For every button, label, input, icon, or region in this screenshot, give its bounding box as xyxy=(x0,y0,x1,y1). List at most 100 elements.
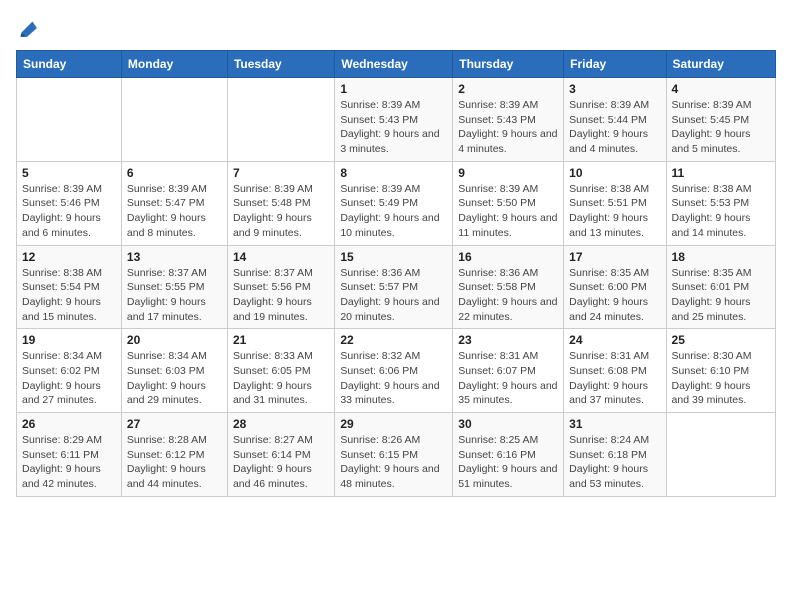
page-header xyxy=(16,16,776,38)
calendar-table: SundayMondayTuesdayWednesdayThursdayFrid… xyxy=(16,50,776,497)
day-info: Sunrise: 8:35 AMSunset: 6:01 PMDaylight:… xyxy=(672,266,770,325)
header-wednesday: Wednesday xyxy=(335,51,453,78)
day-cell: 12 Sunrise: 8:38 AMSunset: 5:54 PMDayligh… xyxy=(17,245,122,329)
day-cell: 26 Sunrise: 8:29 AMSunset: 6:11 PMDayligh… xyxy=(17,413,122,497)
day-info: Sunrise: 8:31 AMSunset: 6:07 PMDaylight:… xyxy=(458,349,558,408)
day-info: Sunrise: 8:28 AMSunset: 6:12 PMDaylight:… xyxy=(127,433,222,492)
day-number: 4 xyxy=(672,82,770,96)
week-row-1: 1 Sunrise: 8:39 AMSunset: 5:43 PMDaylight… xyxy=(17,78,776,162)
day-cell xyxy=(17,78,122,162)
day-number: 30 xyxy=(458,417,558,431)
header-tuesday: Tuesday xyxy=(227,51,334,78)
day-cell: 31 Sunrise: 8:24 AMSunset: 6:18 PMDayligh… xyxy=(564,413,666,497)
day-cell: 11 Sunrise: 8:38 AMSunset: 5:53 PMDayligh… xyxy=(666,161,775,245)
day-number: 26 xyxy=(22,417,116,431)
day-info: Sunrise: 8:39 AMSunset: 5:43 PMDaylight:… xyxy=(340,98,447,157)
day-info: Sunrise: 8:38 AMSunset: 5:53 PMDaylight:… xyxy=(672,182,770,241)
day-cell: 30 Sunrise: 8:25 AMSunset: 6:16 PMDayligh… xyxy=(453,413,564,497)
day-number: 1 xyxy=(340,82,447,96)
day-info: Sunrise: 8:24 AMSunset: 6:18 PMDaylight:… xyxy=(569,433,660,492)
day-number: 12 xyxy=(22,250,116,264)
day-info: Sunrise: 8:37 AMSunset: 5:55 PMDaylight:… xyxy=(127,266,222,325)
day-cell: 3 Sunrise: 8:39 AMSunset: 5:44 PMDaylight… xyxy=(564,78,666,162)
week-row-5: 26 Sunrise: 8:29 AMSunset: 6:11 PMDayligh… xyxy=(17,413,776,497)
day-number: 14 xyxy=(233,250,329,264)
day-info: Sunrise: 8:34 AMSunset: 6:03 PMDaylight:… xyxy=(127,349,222,408)
day-cell: 28 Sunrise: 8:27 AMSunset: 6:14 PMDayligh… xyxy=(227,413,334,497)
day-number: 3 xyxy=(569,82,660,96)
day-cell: 8Sunrise: 8:39 AMSunset: 5:49 PMDaylight… xyxy=(335,161,453,245)
day-info: Sunrise: 8:30 AMSunset: 6:10 PMDaylight:… xyxy=(672,349,770,408)
day-cell: 19Sunrise: 8:34 AMSunset: 6:02 PMDayligh… xyxy=(17,329,122,413)
day-cell: 24Sunrise: 8:31 AMSunset: 6:08 PMDayligh… xyxy=(564,329,666,413)
day-cell: 9Sunrise: 8:39 AMSunset: 5:50 PMDaylight… xyxy=(453,161,564,245)
header-saturday: Saturday xyxy=(666,51,775,78)
day-cell: 25Sunrise: 8:30 AMSunset: 6:10 PMDayligh… xyxy=(666,329,775,413)
day-cell: 14Sunrise: 8:37 AMSunset: 5:56 PMDayligh… xyxy=(227,245,334,329)
day-number: 27 xyxy=(127,417,222,431)
day-cell: 13 Sunrise: 8:37 AMSunset: 5:55 PMDayligh… xyxy=(121,245,227,329)
day-number: 5 xyxy=(22,166,116,180)
day-info: Sunrise: 8:39 AMSunset: 5:45 PMDaylight:… xyxy=(672,98,770,157)
day-info: Sunrise: 8:36 AMSunset: 5:58 PMDaylight:… xyxy=(458,266,558,325)
day-cell xyxy=(227,78,334,162)
day-info: Sunrise: 8:39 AMSunset: 5:48 PMDaylight:… xyxy=(233,182,329,241)
calendar-header-row: SundayMondayTuesdayWednesdayThursdayFrid… xyxy=(17,51,776,78)
day-cell: 20 Sunrise: 8:34 AMSunset: 6:03 PMDayligh… xyxy=(121,329,227,413)
day-cell: 6 Sunrise: 8:39 AMSunset: 5:47 PMDaylight… xyxy=(121,161,227,245)
day-info: Sunrise: 8:39 AMSunset: 5:46 PMDaylight:… xyxy=(22,182,116,241)
day-number: 31 xyxy=(569,417,660,431)
day-number: 11 xyxy=(672,166,770,180)
day-cell: 21 Sunrise: 8:33 AMSunset: 6:05 PMDayligh… xyxy=(227,329,334,413)
day-cell xyxy=(666,413,775,497)
day-info: Sunrise: 8:31 AMSunset: 6:08 PMDaylight:… xyxy=(569,349,660,408)
day-number: 20 xyxy=(127,333,222,347)
day-cell: 4 Sunrise: 8:39 AMSunset: 5:45 PMDaylight… xyxy=(666,78,775,162)
day-cell: 16 Sunrise: 8:36 AMSunset: 5:58 PMDayligh… xyxy=(453,245,564,329)
day-info: Sunrise: 8:25 AMSunset: 6:16 PMDaylight:… xyxy=(458,433,558,492)
day-info: Sunrise: 8:39 AMSunset: 5:47 PMDaylight:… xyxy=(127,182,222,241)
day-cell: 10 Sunrise: 8:38 AMSunset: 5:51 PMDayligh… xyxy=(564,161,666,245)
day-cell: 15Sunrise: 8:36 AMSunset: 5:57 PMDayligh… xyxy=(335,245,453,329)
day-number: 17 xyxy=(569,250,660,264)
day-number: 16 xyxy=(458,250,558,264)
day-number: 22 xyxy=(340,333,447,347)
header-sunday: Sunday xyxy=(17,51,122,78)
day-number: 10 xyxy=(569,166,660,180)
day-info: Sunrise: 8:39 AMSunset: 5:49 PMDaylight:… xyxy=(340,182,447,241)
day-info: Sunrise: 8:39 AMSunset: 5:50 PMDaylight:… xyxy=(458,182,558,241)
day-number: 6 xyxy=(127,166,222,180)
day-info: Sunrise: 8:39 AMSunset: 5:44 PMDaylight:… xyxy=(569,98,660,157)
day-info: Sunrise: 8:39 AMSunset: 5:43 PMDaylight:… xyxy=(458,98,558,157)
day-cell: 2 Sunrise: 8:39 AMSunset: 5:43 PMDaylight… xyxy=(453,78,564,162)
day-cell: 5 Sunrise: 8:39 AMSunset: 5:46 PMDaylight… xyxy=(17,161,122,245)
day-cell: 29Sunrise: 8:26 AMSunset: 6:15 PMDayligh… xyxy=(335,413,453,497)
day-cell: 22 Sunrise: 8:32 AMSunset: 6:06 PMDayligh… xyxy=(335,329,453,413)
day-number: 18 xyxy=(672,250,770,264)
day-info: Sunrise: 8:33 AMSunset: 6:05 PMDaylight:… xyxy=(233,349,329,408)
day-info: Sunrise: 8:29 AMSunset: 6:11 PMDaylight:… xyxy=(22,433,116,492)
day-cell: 18 Sunrise: 8:35 AMSunset: 6:01 PMDayligh… xyxy=(666,245,775,329)
day-number: 21 xyxy=(233,333,329,347)
header-monday: Monday xyxy=(121,51,227,78)
day-info: Sunrise: 8:35 AMSunset: 6:00 PMDaylight:… xyxy=(569,266,660,325)
week-row-4: 19Sunrise: 8:34 AMSunset: 6:02 PMDayligh… xyxy=(17,329,776,413)
day-info: Sunrise: 8:36 AMSunset: 5:57 PMDaylight:… xyxy=(340,266,447,325)
day-number: 19 xyxy=(22,333,116,347)
day-info: Sunrise: 8:38 AMSunset: 5:54 PMDaylight:… xyxy=(22,266,116,325)
day-cell: 7 Sunrise: 8:39 AMSunset: 5:48 PMDaylight… xyxy=(227,161,334,245)
header-friday: Friday xyxy=(564,51,666,78)
day-number: 23 xyxy=(458,333,558,347)
day-number: 28 xyxy=(233,417,329,431)
day-number: 7 xyxy=(233,166,329,180)
day-cell: 1 Sunrise: 8:39 AMSunset: 5:43 PMDaylight… xyxy=(335,78,453,162)
day-cell: 17 Sunrise: 8:35 AMSunset: 6:00 PMDayligh… xyxy=(564,245,666,329)
day-info: Sunrise: 8:27 AMSunset: 6:14 PMDaylight:… xyxy=(233,433,329,492)
day-info: Sunrise: 8:32 AMSunset: 6:06 PMDaylight:… xyxy=(340,349,447,408)
day-number: 2 xyxy=(458,82,558,96)
day-number: 13 xyxy=(127,250,222,264)
day-info: Sunrise: 8:38 AMSunset: 5:51 PMDaylight:… xyxy=(569,182,660,241)
day-cell: 27 Sunrise: 8:28 AMSunset: 6:12 PMDayligh… xyxy=(121,413,227,497)
logo xyxy=(16,16,42,38)
day-info: Sunrise: 8:26 AMSunset: 6:15 PMDaylight:… xyxy=(340,433,447,492)
